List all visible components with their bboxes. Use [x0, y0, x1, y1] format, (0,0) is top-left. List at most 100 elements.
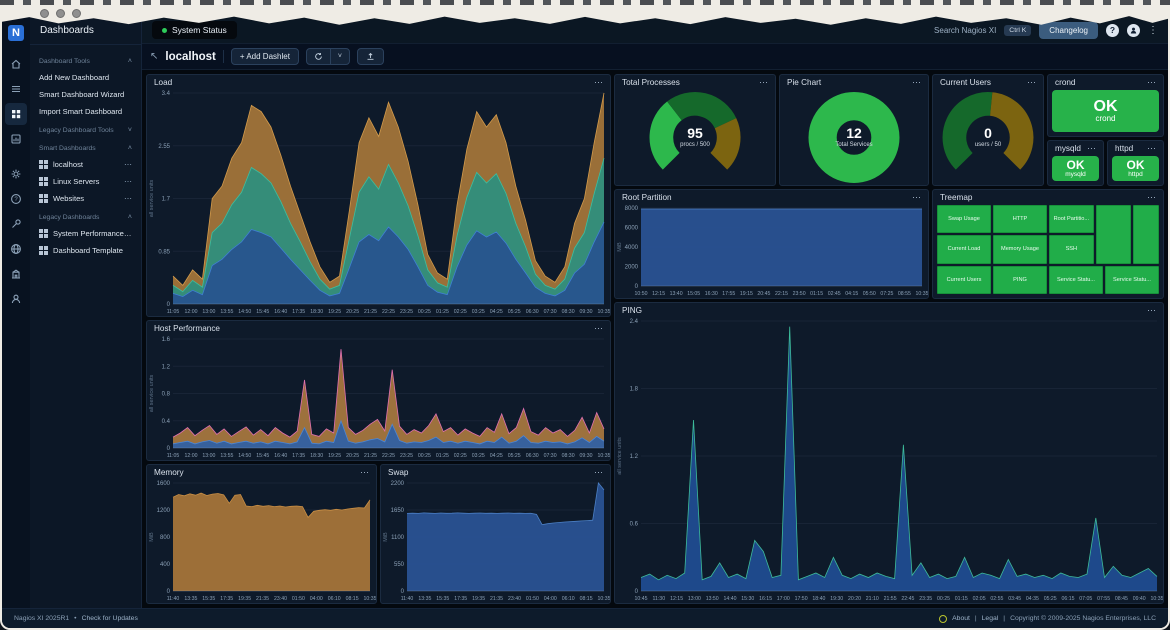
treemap-cell[interactable]: Current Load	[937, 235, 991, 263]
sidebar-sections: Dashboard Tools˄Add New DashboardSmart D…	[30, 45, 141, 608]
dashboards-icon[interactable]	[5, 103, 27, 125]
refresh-interval-chevron-icon[interactable]: ˅	[331, 50, 349, 63]
back-arrow-icon[interactable]: ↖	[150, 51, 158, 62]
svg-text:03:25: 03:25	[472, 453, 485, 459]
card-menu-icon[interactable]: ⋯	[1147, 80, 1156, 85]
views-menu-icon[interactable]	[5, 78, 27, 100]
sidebar-item-linux-servers[interactable]: Linux Servers⋯	[36, 173, 135, 190]
svg-text:01:25: 01:25	[436, 453, 449, 459]
status-value: OK	[1067, 160, 1085, 171]
card-title: Swap	[388, 468, 408, 477]
network-globe-icon[interactable]	[5, 238, 27, 260]
changelog-button[interactable]: Changelog	[1039, 22, 1098, 39]
card-menu-icon[interactable]: ⋯	[594, 326, 603, 331]
item-menu-icon[interactable]: ⋯	[124, 177, 132, 186]
card-menu-icon[interactable]: ⋯	[912, 80, 921, 85]
sidebar-item-add-new-dashboard[interactable]: Add New Dashboard	[36, 69, 135, 86]
sidebar-section-header[interactable]: Smart Dashboards˄	[36, 138, 135, 156]
help-icon[interactable]: ?	[5, 188, 27, 210]
status-service-name: httpd	[1128, 171, 1142, 178]
add-dashlet-button[interactable]: + Add Dashlet	[231, 48, 299, 65]
bullet-icon: •	[74, 615, 76, 622]
sidebar-item-websites[interactable]: Websites⋯	[36, 190, 135, 207]
tools-wrench-icon[interactable]	[5, 213, 27, 235]
dashboard-icon	[39, 160, 48, 169]
treemap-cell[interactable]	[1133, 205, 1159, 264]
svg-text:13:00: 13:00	[688, 596, 701, 602]
svg-text:?: ?	[14, 197, 18, 203]
svg-text:07:25: 07:25	[880, 291, 893, 297]
svg-text:22:45: 22:45	[901, 596, 914, 602]
svg-text:02:45: 02:45	[828, 291, 841, 297]
footer: Nagios XI 2025R1 • Check for Updates Abo…	[2, 608, 1168, 628]
enterprise-building-icon[interactable]	[5, 263, 27, 285]
card-menu-icon[interactable]: ⋯	[912, 195, 921, 200]
legal-link[interactable]: Legal	[982, 615, 999, 622]
treemap-cell[interactable]: Service Statu...	[1049, 266, 1103, 294]
mysqld-status-box[interactable]: OK mysqld	[1052, 156, 1099, 181]
treemap-cell[interactable]: Current Users	[937, 266, 991, 294]
svg-text:18:40: 18:40	[812, 596, 825, 602]
svg-text:15:35: 15:35	[436, 596, 449, 602]
treemap-cell[interactable]: Root Partitio...	[1049, 205, 1094, 233]
card-menu-icon[interactable]: ⋯	[759, 80, 768, 85]
treemap-cell[interactable]: PING	[993, 266, 1047, 294]
search-input[interactable]: Search Nagios XI	[934, 26, 996, 35]
card-title: Load	[154, 78, 172, 87]
treemap-cell[interactable]: Swap Usage	[937, 205, 991, 233]
svg-text:00:25: 00:25	[418, 453, 431, 459]
svg-text:08:30: 08:30	[562, 453, 575, 459]
sidebar-section-header[interactable]: Legacy Dashboards˄	[36, 207, 135, 225]
item-menu-icon[interactable]: ⋯	[124, 194, 132, 203]
reports-icon[interactable]	[5, 128, 27, 150]
svg-text:16:15: 16:15	[759, 596, 772, 602]
svg-text:2.55: 2.55	[158, 144, 170, 150]
treemap-cell[interactable]: Service Statu...	[1105, 266, 1159, 294]
treemap-cell[interactable]: SSH	[1049, 235, 1094, 263]
svg-text:2200: 2200	[391, 481, 405, 487]
card-menu-icon[interactable]: ⋯	[594, 80, 603, 85]
card-menu-icon[interactable]: ⋯	[1147, 195, 1156, 200]
sidebar-item-system-performance-m-[interactable]: System Performance M...	[36, 225, 135, 242]
sidebar-item-localhost[interactable]: localhost⋯	[36, 156, 135, 173]
sidebar-section-header[interactable]: Legacy Dashboard Tools˅	[36, 120, 135, 138]
svg-text:15:05: 15:05	[687, 291, 700, 297]
card-menu-icon[interactable]: ⋯	[1087, 146, 1096, 151]
httpd-status-box[interactable]: OK httpd	[1112, 156, 1159, 181]
svg-text:10:35: 10:35	[598, 596, 610, 602]
system-status-label: System Status	[172, 25, 227, 35]
overflow-menu-icon[interactable]: ⋮	[1148, 25, 1158, 36]
crond-status-box[interactable]: OK crond	[1052, 90, 1159, 132]
refresh-icon[interactable]	[307, 49, 330, 64]
treemap-cell[interactable]: Memory Usage	[993, 235, 1047, 263]
user-profile-icon[interactable]	[5, 288, 27, 310]
svg-text:13:55: 13:55	[220, 453, 233, 459]
svg-text:13:50: 13:50	[706, 596, 719, 602]
about-link[interactable]: About	[952, 615, 970, 622]
svg-text:20:20: 20:20	[848, 596, 861, 602]
dashboard-icon	[39, 177, 48, 186]
system-status-button[interactable]: System Status	[152, 21, 237, 39]
divider: |	[1003, 615, 1005, 622]
card-menu-icon[interactable]: ⋯	[360, 470, 369, 475]
card-menu-icon[interactable]: ⋯	[1027, 80, 1036, 85]
card-menu-icon[interactable]: ⋯	[594, 470, 603, 475]
nagios-logo[interactable]: N	[8, 25, 24, 41]
home-icon[interactable]	[5, 53, 27, 75]
user-avatar-icon[interactable]	[1127, 24, 1140, 37]
sidebar-item-smart-dashboard-wizard[interactable]: Smart Dashboard Wizard	[36, 86, 135, 103]
export-button[interactable]	[357, 48, 384, 65]
svg-text:1200: 1200	[157, 508, 171, 514]
treemap-cell[interactable]	[1096, 205, 1131, 264]
settings-gear-icon[interactable]	[5, 163, 27, 185]
help-circle-icon[interactable]: ?	[1106, 24, 1119, 37]
item-menu-icon[interactable]: ⋯	[124, 160, 132, 169]
card-menu-icon[interactable]: ⋯	[1147, 146, 1156, 151]
sidebar-item-dashboard-template[interactable]: Dashboard Template	[36, 242, 135, 259]
card-menu-icon[interactable]: ⋯	[1147, 308, 1156, 313]
sidebar-section-header[interactable]: Dashboard Tools˄	[36, 51, 135, 69]
treemap-cell[interactable]: HTTP	[993, 205, 1047, 233]
check-updates-link[interactable]: Check for Updates	[82, 615, 138, 622]
svg-text:06:30: 06:30	[526, 453, 539, 459]
sidebar-item-import-smart-dashboard[interactable]: Import Smart Dashboard	[36, 103, 135, 120]
